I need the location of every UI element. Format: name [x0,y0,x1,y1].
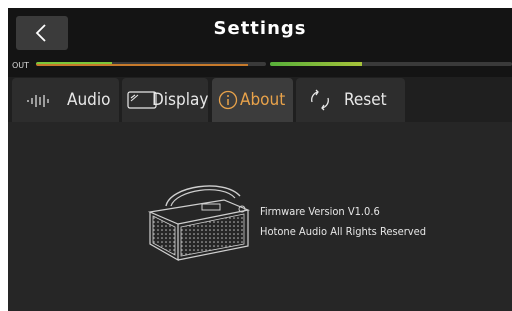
copyright-text: Hotone Audio All Rights Reserved [260,225,426,238]
output-meter-left [36,62,266,66]
firmware-version: Firmware Version V1.0.6 [260,205,380,218]
tab-display[interactable]: Display [122,78,208,122]
waveform-icon [27,95,49,107]
tab-display-label: Display [152,90,209,110]
device-screen: Settings OUT Audio Display About Reset F… [8,8,512,311]
about-panel: Firmware Version V1.0.6 Hotone Audio All… [8,122,512,311]
meter-left-orange-fill [36,64,248,66]
page-title: Settings [213,18,307,39]
meter-right-fill [270,62,362,66]
tab-about-label: About [240,90,286,110]
tab-about[interactable]: About [212,78,293,122]
output-meter-right [270,62,512,66]
info-icon [218,90,238,110]
output-meter-row: OUT [8,57,512,77]
header-bar: Settings [8,8,512,57]
meter-label: OUT [12,61,30,70]
tab-audio-label: Audio [67,90,111,110]
tab-audio[interactable]: Audio [12,78,119,122]
settings-tab-bar: Audio Display About Reset [8,78,512,122]
tab-reset-label: Reset [344,90,387,110]
reset-icon [311,89,329,111]
tab-reset[interactable]: Reset [296,78,405,122]
speaker-illustration [147,185,251,262]
